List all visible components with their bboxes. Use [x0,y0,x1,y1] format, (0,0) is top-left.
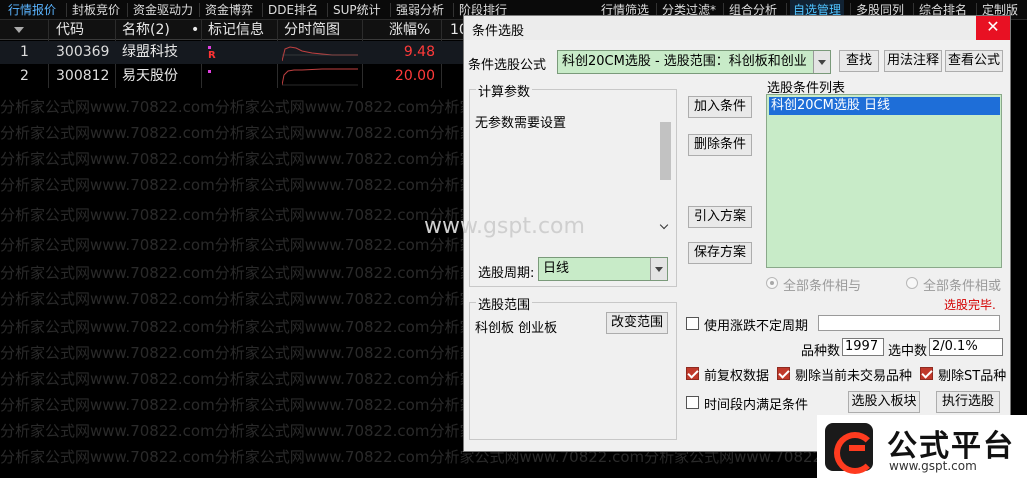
sort-arrow-icon [14,27,24,33]
logo-url: www.gspt.com [889,459,977,473]
count-field: 1997 [842,338,884,356]
delete-condition-button[interactable]: 删除条件 [688,134,752,156]
exclude-st-checkbox[interactable] [920,367,933,380]
column-header-code[interactable]: 代码 [56,20,84,40]
add-to-block-button[interactable]: 选股入板块 [848,391,920,413]
stock-code: 300369 [56,44,110,60]
selected-label: 选中数 [888,344,928,359]
uncertain-period-label: 使用涨跌不定周期 [704,319,809,334]
tab-separator [453,3,454,17]
tab-dde-rank[interactable]: DDE排名 [268,0,318,20]
tab-separator [327,3,328,17]
dialog-title-bar[interactable]: 条件选股 ✕ [464,16,1010,40]
selected-field: 2/0.1% [929,338,1003,356]
period-satisfy-label: 时间段内满足条件 [704,398,809,413]
radio-and[interactable] [766,277,778,289]
exclude-untraded-label: 剔除当前未交易品种 [795,369,913,384]
tab-separator [199,3,200,17]
tab-strength[interactable]: 强弱分析 [396,0,444,20]
add-condition-button[interactable]: 加入条件 [688,96,752,118]
uncertain-period-checkbox[interactable] [686,317,699,330]
stock-change-percent: 20.00 [394,68,435,84]
stock-change-percent: 9.48 [403,44,435,60]
formula-label: 条件选股公式 [468,58,547,73]
period-select-value: 日线 [543,261,570,276]
condition-list[interactable]: 科创20CM选股 日线 [766,94,1002,268]
import-scheme-button[interactable]: 引入方案 [688,206,752,228]
stock-name: 易天股份 [122,68,178,84]
tab-separator [390,3,391,17]
forward-adjust-label: 前复权数据 [704,369,770,384]
period-label: 选股周期: [478,266,535,281]
radio-or-label: 全部条件相或 [923,279,1002,294]
params-scrollbar[interactable] [658,106,673,232]
row-index: 2 [20,68,29,84]
column-header-dot[interactable]: • [191,20,199,40]
stock-code: 300812 [56,68,110,84]
find-button[interactable]: 查找 [839,50,879,72]
table-row[interactable]: 1 300369 绿盟科技 R 9.48 [0,41,470,64]
period-satisfy-checkbox[interactable] [686,396,699,409]
tag-label: R [208,50,216,61]
period-select[interactable]: 日线 [538,257,668,281]
params-group: 计算参数 无参数需要设置 选股周期: 日线 [469,81,677,287]
range-group-title: 选股范围 [476,294,533,313]
range-group: 选股范围 科创板 创业板 改变范围 [469,294,677,440]
stock-name: 绿盟科技 [122,44,178,60]
tab-sup-stats[interactable]: SUP统计 [333,0,381,20]
tab-separator [127,3,128,17]
tab-fund-drive[interactable]: 资金驱动力 [133,0,193,20]
stock-table-header: 代码 名称(2) • 标记信息 分时简图 涨幅% 10 [0,20,470,40]
chevron-down-icon[interactable] [650,258,667,280]
intraday-mini-chart [282,68,358,86]
close-icon[interactable]: ✕ [976,16,1010,40]
params-text: 无参数需要设置 [475,116,567,131]
condition-list-item[interactable]: 科创20CM选股 日线 [769,97,1000,115]
radio-and-label: 全部条件相与 [783,279,862,294]
progress-bar [818,315,1000,331]
formula-select-value: 科创20CM选股 - 选股范围：科创板和创业 [562,54,807,69]
column-header-intraday[interactable]: 分时简图 [284,20,340,40]
tag-marker-icon [208,46,211,49]
tab-separator [262,3,263,17]
params-group-title: 计算参数 [476,81,533,100]
forward-adjust-checkbox[interactable] [686,367,699,380]
dialog-title: 条件选股 [472,24,525,39]
table-row[interactable]: 2 300812 易天股份 20.00 [0,65,470,88]
formula-select[interactable]: 科创20CM选股 - 选股范围：科创板和创业 [557,50,831,74]
column-header-name[interactable]: 名称(2) [122,20,170,40]
scrollbar-thumb[interactable] [660,122,671,180]
watermark-url: www.gspt.com [424,214,585,239]
tab-fund-game[interactable]: 资金博弈 [205,0,253,20]
intraday-mini-chart [282,46,358,62]
count-label: 品种数 [801,344,841,359]
logo-mark-icon [825,423,876,474]
status-text: 选股完毕. [944,298,996,312]
range-text: 科创板 创业板 [475,321,558,336]
row-index: 1 [20,44,29,60]
view-formula-button[interactable]: 查看公式 [945,50,1003,72]
usage-notes-button[interactable]: 用法注释 [884,50,942,72]
tag-marker-icon [208,70,211,73]
column-header-change[interactable]: 涨幅% [389,20,430,40]
tab-separator [66,3,67,17]
tab-limit-bidding[interactable]: 封板竞价 [72,0,120,20]
site-logo: 公式平台 www.gspt.com [817,415,1027,478]
execute-screening-button[interactable]: 执行选股 [936,391,1000,413]
change-range-button[interactable]: 改变范围 [606,312,668,334]
chevron-down-icon[interactable] [813,51,830,73]
tab-quote[interactable]: 行情报价 [8,0,56,20]
radio-or[interactable] [906,277,918,289]
exclude-untraded-checkbox[interactable] [777,367,790,380]
save-scheme-button[interactable]: 保存方案 [688,242,752,264]
column-header-tag[interactable]: 标记信息 [208,20,264,40]
exclude-st-label: 剔除ST品种 [938,369,1007,384]
chevron-down-icon[interactable] [659,220,669,230]
